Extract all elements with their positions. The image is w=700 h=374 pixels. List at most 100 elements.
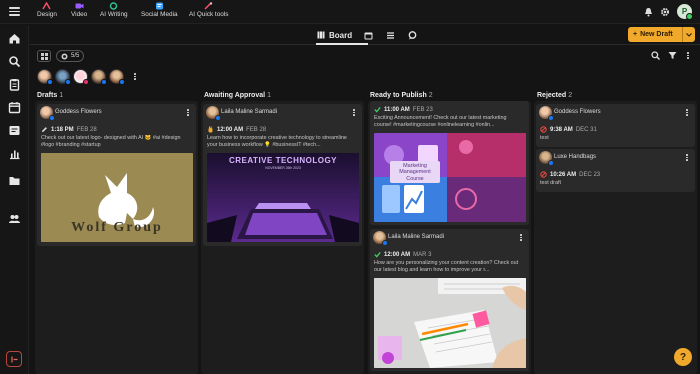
image-title: CREATIVE TECHNOLOGY	[228, 156, 338, 165]
column-count: 2	[428, 92, 433, 99]
calendar-icon[interactable]	[8, 101, 21, 114]
column-title: Rejected	[537, 92, 567, 99]
column-awaiting-approval: Laila Maline Sarmadi 12:00 AM FEB 28 Lea…	[201, 101, 364, 374]
image-title: Marketing Management Course	[399, 163, 431, 182]
tab-comments[interactable]	[408, 28, 417, 42]
tab-board[interactable]: Board	[317, 28, 352, 42]
analytics-icon[interactable]	[8, 147, 21, 160]
collapse-icon	[10, 356, 17, 362]
plus-icon: +	[633, 31, 638, 38]
card-time: 1:18 PM	[51, 126, 74, 133]
column-count: 2	[568, 92, 573, 99]
chevron-down-icon	[686, 32, 692, 37]
post-card[interactable]: 11:00 AM FEB 23 Exciting Announcement! C…	[370, 101, 529, 225]
facebook-badge-icon	[47, 79, 53, 85]
home-icon[interactable]	[8, 32, 21, 45]
account-avatar[interactable]	[109, 69, 125, 85]
card-schedule: 11:00 AM FEB 23	[374, 106, 433, 113]
card-time: 12:00 AM	[217, 126, 244, 133]
account-avatar[interactable]	[73, 69, 89, 85]
post-card[interactable]: Goddess Flowers 1:18 PM FEB 28 Check out…	[37, 104, 196, 246]
app-ai-quick-tools[interactable]: AI Quick tools	[189, 2, 228, 18]
column-header-ready-to-publish: Ready to Publish 2	[370, 92, 433, 99]
search-icon[interactable]	[8, 55, 21, 68]
comments-icon	[408, 30, 417, 39]
card-text: Exciting Announcement! Check out our lat…	[374, 115, 507, 129]
account-filter[interactable]: 5/5	[56, 50, 85, 62]
facebook-badge-icon	[548, 115, 554, 121]
app-social-media-label: Social Media	[141, 11, 178, 18]
menu-icon[interactable]	[9, 5, 20, 16]
ai-quick-tools-icon	[204, 2, 213, 10]
author-avatar	[539, 151, 554, 166]
card-time: 10:26 AM	[550, 171, 577, 178]
post-card[interactable]: Goddess Flowers 9:38 AM DEC 31 test	[536, 104, 695, 147]
column-header-awaiting-approval: Awaiting Approval 1	[204, 92, 271, 99]
app-ai-writing[interactable]: AI Writing	[100, 2, 128, 18]
card-author: Laila Maline Sarmadi	[221, 109, 278, 115]
card-menu-icon[interactable]	[684, 109, 690, 116]
more-accounts-icon[interactable]	[132, 73, 138, 80]
filter-icon[interactable]	[668, 51, 677, 60]
account-avatar[interactable]	[55, 69, 71, 85]
bell-icon[interactable]	[644, 7, 653, 17]
card-menu-icon[interactable]	[518, 234, 524, 241]
app-design[interactable]: Design	[37, 2, 57, 18]
card-date: MAR 3	[413, 251, 432, 258]
column-header-rejected: Rejected 2	[537, 92, 572, 99]
card-schedule: 12:00 AM FEB 28	[207, 126, 266, 133]
column-title: Drafts	[37, 92, 58, 99]
folder-icon[interactable]	[8, 174, 21, 187]
rejected-icon	[540, 171, 547, 178]
column-count: 1	[267, 92, 271, 99]
collapse-sidebar-button[interactable]	[6, 351, 22, 367]
gear-icon[interactable]	[660, 7, 670, 17]
account-avatar[interactable]	[37, 69, 53, 85]
column-drafts: Goddess Flowers 1:18 PM FEB 28 Check out…	[35, 101, 198, 374]
pencil-icon	[42, 127, 47, 132]
post-card[interactable]: Laila Maline Sarmadi 12:00 AM FEB 28 Lea…	[203, 104, 362, 246]
rejected-icon	[540, 126, 547, 133]
tab-calendar[interactable]	[364, 28, 373, 42]
new-draft-dropdown[interactable]	[682, 27, 695, 42]
grid-icon	[40, 52, 48, 60]
post-card[interactable]: Luxe Handbags 10:26 AM DEC 23 test draft	[536, 149, 695, 192]
active-tab-indicator	[316, 43, 368, 45]
card-schedule: 10:26 AM DEC 23	[540, 171, 600, 178]
layout-toggle-button[interactable]	[37, 50, 51, 62]
list-view-icon	[387, 31, 394, 39]
clipboard-icon[interactable]	[8, 78, 21, 91]
account-avatar[interactable]	[91, 69, 107, 85]
tab-list[interactable]	[386, 28, 395, 42]
user-avatar[interactable]: P	[677, 4, 693, 20]
desk-photo-icon	[374, 278, 526, 368]
app-video[interactable]: Video	[71, 2, 87, 18]
card-author: Goddess Flowers	[55, 109, 102, 115]
help-button[interactable]: ?	[674, 348, 692, 366]
card-menu-icon[interactable]	[185, 109, 191, 116]
card-menu-icon[interactable]	[684, 154, 690, 161]
tab-board-label: Board	[329, 30, 353, 40]
card-date: FEB 23	[412, 106, 433, 113]
author-avatar	[539, 106, 554, 121]
top-right-tools: P	[644, 4, 693, 20]
facebook-badge-icon	[119, 79, 125, 85]
team-icon[interactable]	[8, 212, 21, 225]
post-image: Wolf Group	[41, 153, 193, 242]
user-avatar-initial: P	[681, 7, 688, 16]
card-text: Check out our latest logo- designed with…	[41, 135, 181, 149]
more-options-icon[interactable]	[685, 52, 691, 59]
card-menu-icon[interactable]	[351, 109, 357, 116]
inbox-icon[interactable]	[8, 124, 21, 137]
app-social-media[interactable]: Social Media	[141, 2, 178, 18]
hand-icon	[208, 126, 213, 133]
post-card[interactable]: Laila Maline Sarmadi 12:00 AM MAR 3 How …	[370, 229, 529, 371]
facebook-badge-icon	[215, 115, 221, 121]
board-tools	[651, 51, 691, 60]
card-date: DEC 31	[575, 126, 597, 133]
new-draft-button[interactable]: + New Draft	[628, 27, 695, 42]
column-header-drafts: Drafts 1	[37, 92, 63, 99]
column-count: 1	[59, 92, 64, 99]
app-design-label: Design	[37, 11, 57, 18]
search-icon[interactable]	[651, 51, 660, 60]
